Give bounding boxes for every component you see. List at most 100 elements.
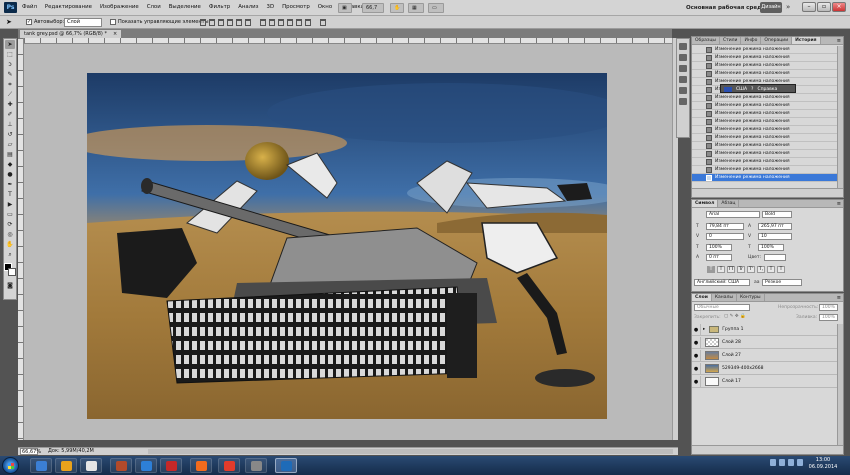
arrange-documents-icon[interactable]: ▦ xyxy=(408,3,424,13)
history-state-row[interactable]: Изменение режима наложения xyxy=(692,134,838,142)
zoom-field[interactable]: 66,67% xyxy=(20,448,41,455)
taskbar-app-icon[interactable] xyxy=(218,458,240,473)
minimize-icon[interactable]: – xyxy=(802,2,816,12)
menu-edit[interactable]: Редактирование xyxy=(45,4,92,10)
lock-icons[interactable]: ▢ ✎ ✥ 🔒 xyxy=(724,314,746,319)
taskbar-app-icon[interactable] xyxy=(80,458,102,473)
leading-field[interactable]: 265,97 пт xyxy=(758,223,792,230)
history-brush-tool-icon[interactable]: ↺ xyxy=(5,130,15,139)
tracking-field[interactable]: 10 xyxy=(758,233,792,240)
panel-icon-adjust[interactable] xyxy=(679,65,687,72)
visibility-eye-icon[interactable]: ● xyxy=(692,362,701,375)
faux-italic-button[interactable]: T xyxy=(717,266,725,273)
keyboard-layout-popup[interactable]: США ? Справка xyxy=(720,84,796,93)
align-vcenter-icon[interactable] xyxy=(209,19,215,26)
background-color-swatch[interactable] xyxy=(8,268,16,276)
menu-view[interactable]: Просмотр xyxy=(282,4,310,10)
horizontal-scrollbar[interactable] xyxy=(148,449,673,454)
layer-row[interactable]: ● 529349-400x2668 xyxy=(692,362,838,375)
zoom-level-dropdown[interactable]: 66,7 xyxy=(362,3,384,13)
autoselect-checkbox[interactable]: ✓ xyxy=(26,19,32,25)
double-chevron-icon[interactable]: » xyxy=(786,3,790,11)
baseline-shift-field[interactable]: 0 пт xyxy=(706,254,732,261)
tab-info[interactable]: Инфо xyxy=(741,37,762,44)
align-left-icon[interactable] xyxy=(227,19,233,26)
auto-align-icon[interactable] xyxy=(320,19,326,26)
design-workspace-button[interactable]: Дизайн xyxy=(760,2,782,13)
3d-orbit-tool-icon[interactable]: ◎ xyxy=(5,230,15,239)
taskbar-app-icon[interactable] xyxy=(275,458,297,473)
history-state-row[interactable]: Изменение режима наложения xyxy=(692,102,838,110)
3d-rotate-tool-icon[interactable]: ⟳ xyxy=(5,220,15,229)
clone-stamp-tool-icon[interactable]: ⊥ xyxy=(5,120,15,129)
tray-network-icon[interactable] xyxy=(779,459,785,466)
menu-3d[interactable]: 3D xyxy=(267,4,275,10)
opacity-field[interactable]: 100% xyxy=(819,304,838,311)
visibility-eye-icon[interactable]: ● xyxy=(692,336,701,349)
history-state-row[interactable]: Изменение режима наложения xyxy=(692,62,838,70)
language-select[interactable]: Английский: США xyxy=(694,279,750,286)
hand-tool-icon[interactable]: ✋ xyxy=(390,3,404,13)
document-size[interactable]: Док: 5,99M/40,2M xyxy=(48,448,94,455)
panel-icon-notes[interactable] xyxy=(679,98,687,105)
canvas-artwork[interactable] xyxy=(87,73,607,419)
hand-tool-icon[interactable]: ✋ xyxy=(5,240,15,249)
gradient-tool-icon[interactable]: ▤ xyxy=(5,150,15,159)
history-state-row[interactable]: Изменение режима наложения xyxy=(692,126,838,134)
history-state-row[interactable]: Изменение режима наложения xyxy=(692,142,838,150)
distribute-hcenter-icon[interactable] xyxy=(296,19,302,26)
blend-mode-select[interactable]: Обычные xyxy=(694,304,750,311)
document-tab[interactable]: tank grey.psd @ 66,7% (RGB/8) * × xyxy=(20,30,122,38)
visibility-eye-icon[interactable]: ● xyxy=(692,375,701,388)
panel-icon-clone[interactable] xyxy=(679,54,687,61)
taskbar-app-icon[interactable] xyxy=(135,458,157,473)
tray-flag-icon[interactable] xyxy=(770,459,776,466)
history-scrollbar[interactable] xyxy=(837,46,843,189)
panel-icon-3d[interactable] xyxy=(679,87,687,94)
fill-field[interactable]: 100% xyxy=(819,314,838,321)
workspace-label[interactable]: Основная рабочая среда xyxy=(686,5,765,11)
kerning-field[interactable]: 0 xyxy=(706,233,744,240)
tab-swatches[interactable]: Образцы xyxy=(692,37,720,44)
healing-brush-tool-icon[interactable]: ✚ xyxy=(5,100,15,109)
restore-icon[interactable]: ▫ xyxy=(817,2,831,12)
tray-power-icon[interactable] xyxy=(797,459,803,466)
taskbar-app-icon[interactable] xyxy=(30,458,52,473)
menu-window[interactable]: Окно xyxy=(318,4,332,10)
panel-icon-brush[interactable] xyxy=(679,43,687,50)
all-caps-button[interactable]: TT xyxy=(727,266,735,273)
eyedropper-tool-icon[interactable]: ⟋ xyxy=(5,90,15,99)
type-tool-icon[interactable]: T xyxy=(5,190,15,199)
quick-selection-tool-icon[interactable]: ✎ xyxy=(5,70,15,79)
quick-mask-icon[interactable]: ◙ xyxy=(5,281,15,290)
history-state-row[interactable]: Изменение режима наложения xyxy=(692,150,838,158)
screen-mode-icon[interactable]: ▭ xyxy=(428,3,444,13)
font-family-select[interactable]: Arial xyxy=(706,211,760,218)
tab-history[interactable]: История xyxy=(792,37,821,44)
align-top-icon[interactable] xyxy=(200,19,206,26)
history-state-row[interactable]: Изменение режима наложения xyxy=(692,118,838,126)
history-state-row[interactable]: Изменение режима наложения xyxy=(692,110,838,118)
visibility-eye-icon[interactable]: ● xyxy=(692,323,701,336)
close-document-icon[interactable]: × xyxy=(113,30,117,38)
superscript-button[interactable]: T' xyxy=(747,266,755,273)
blur-tool-icon[interactable]: ◆ xyxy=(5,160,15,169)
layer-row[interactable]: ● ▸ Группа 1 xyxy=(692,323,838,336)
panel-menu-icon[interactable]: ≡ xyxy=(837,295,841,301)
layer-row[interactable]: ● Слой 17 xyxy=(692,375,838,388)
taskbar-app-icon[interactable] xyxy=(110,458,132,473)
menu-layers[interactable]: Слои xyxy=(147,4,161,10)
menu-filter[interactable]: Фильтр xyxy=(209,4,230,10)
distribute-vcenter-icon[interactable] xyxy=(269,19,275,26)
layer-row[interactable]: ● Слой 27 xyxy=(692,349,838,362)
panel-menu-icon[interactable]: ≡ xyxy=(837,38,841,44)
tab-paragraph[interactable]: Абзац xyxy=(718,200,740,207)
font-size-field[interactable]: 79,84 пт xyxy=(706,223,744,230)
align-hcenter-icon[interactable] xyxy=(236,19,242,26)
close-icon[interactable]: × xyxy=(832,2,846,12)
move-tool-icon[interactable]: ➤ xyxy=(5,40,15,49)
menu-file[interactable]: Файл xyxy=(22,4,37,10)
pen-tool-icon[interactable]: ✒ xyxy=(5,180,15,189)
taskbar-app-icon[interactable] xyxy=(190,458,212,473)
history-state-row[interactable]: Изменение режима наложения xyxy=(692,94,838,102)
